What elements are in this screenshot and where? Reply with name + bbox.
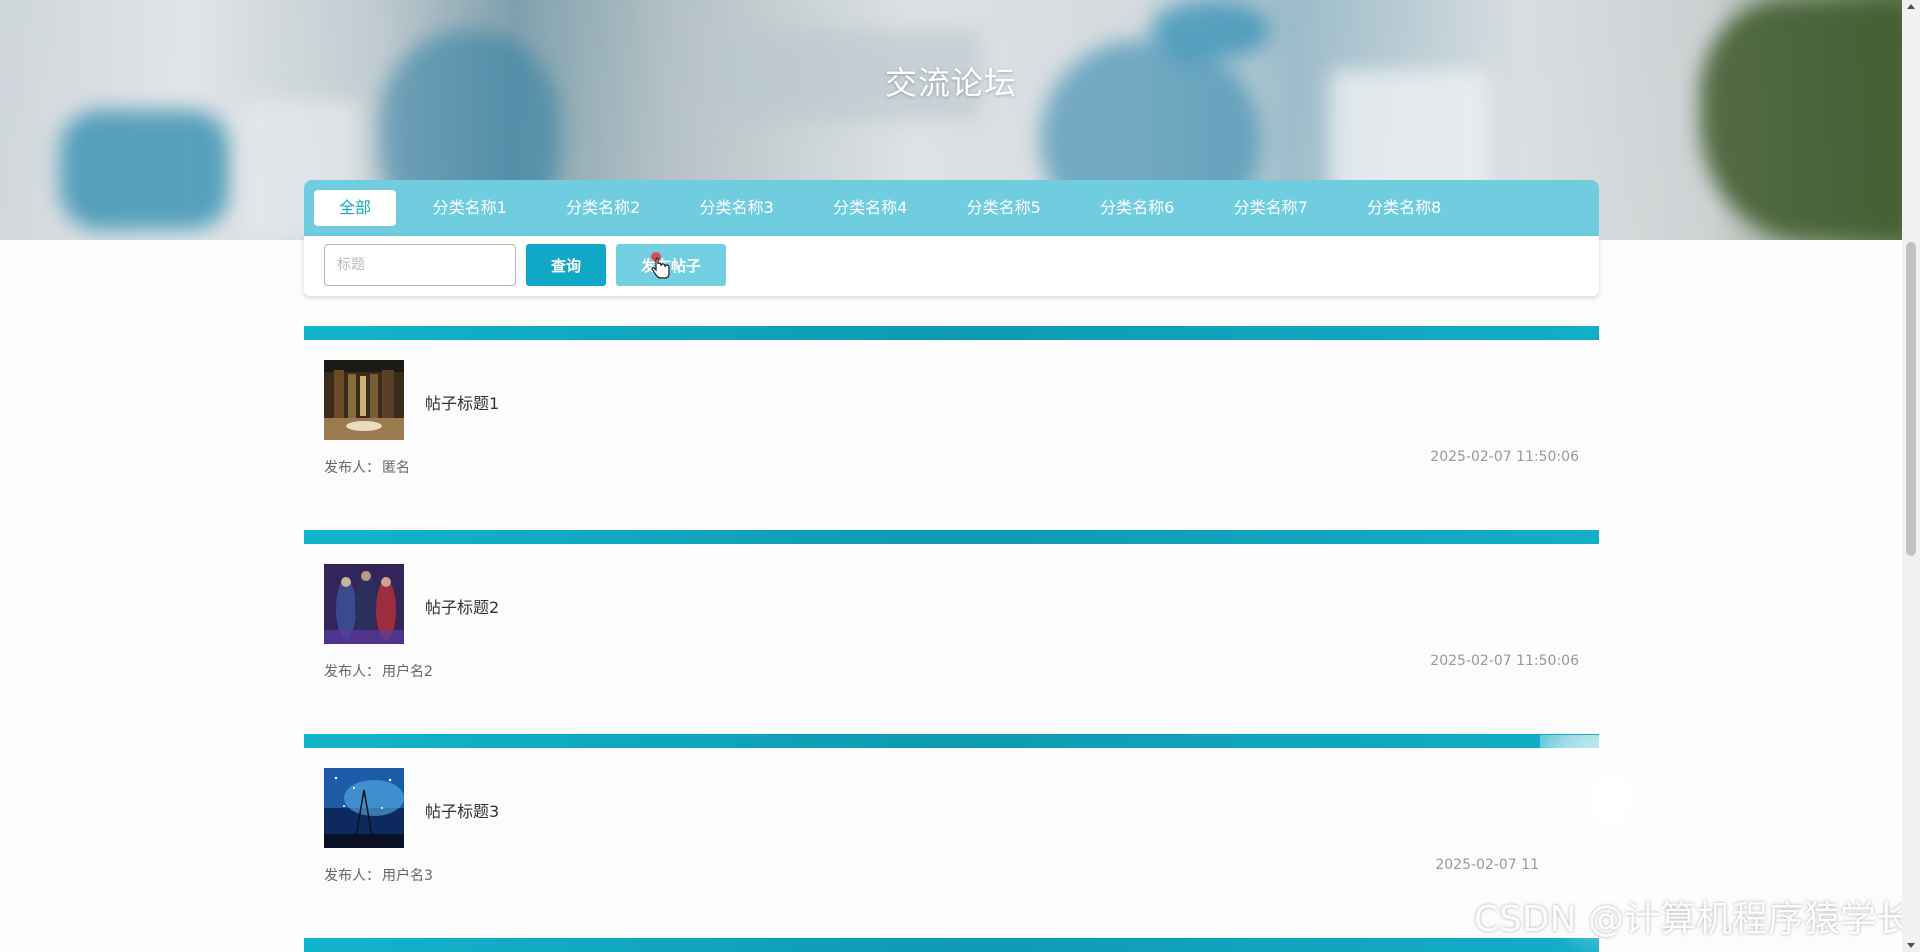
post-thumbnail-characters <box>324 564 404 644</box>
page-title: 交流论坛 <box>884 64 1017 102</box>
tab-category-1[interactable]: 分类名称1 <box>403 190 537 226</box>
author-label: 发布人： <box>324 460 380 476</box>
title-search-input[interactable] <box>324 244 516 286</box>
post-divider <box>304 326 1599 340</box>
query-button[interactable]: 查询 <box>526 244 606 286</box>
post-time: 2025-02-07 11 <box>1435 857 1539 873</box>
author-name: 用户名3 <box>382 868 433 884</box>
post-divider <box>304 938 1599 952</box>
author-label: 发布人： <box>324 868 380 884</box>
tab-category-8[interactable]: 分类名称8 <box>1338 190 1472 226</box>
search-panel: 查询 发布帖子 <box>304 236 1599 296</box>
author-label: 发布人： <box>324 664 380 680</box>
scroll-down-arrow-icon[interactable] <box>1907 943 1915 948</box>
banner-bg-shape <box>60 110 230 230</box>
tab-all[interactable]: 全部 <box>314 190 396 226</box>
tab-category-2[interactable]: 分类名称2 <box>537 190 671 226</box>
post-author: 发布人： 匿名 <box>324 457 410 477</box>
post-title[interactable]: 帖子标题1 <box>425 390 499 414</box>
post-thumbnail-library <box>324 360 404 440</box>
author-name: 匿名 <box>382 460 410 476</box>
tab-category-3[interactable]: 分类名称3 <box>670 190 804 226</box>
post-divider <box>304 530 1599 544</box>
post-item[interactable]: 帖子标题2 发布人： 用户名2 2025-02-07 11:50:06 <box>304 544 1599 734</box>
post-time: 2025-02-07 11:50:06 <box>1430 653 1579 669</box>
banner-bg-shape <box>1700 0 1902 240</box>
scroll-thumb[interactable] <box>1906 242 1916 556</box>
scroll-up-arrow-icon[interactable] <box>1907 4 1915 9</box>
post-title[interactable]: 帖子标题3 <box>425 798 499 822</box>
post-thumbnail-starry-sky <box>324 768 404 848</box>
author-name: 用户名2 <box>382 664 433 680</box>
post-item[interactable]: 帖子标题3 发布人： 用户名3 2025-02-07 11 <box>304 748 1599 938</box>
hand-cursor-icon <box>651 252 670 279</box>
tab-category-7[interactable]: 分类名称7 <box>1204 190 1338 226</box>
tab-category-4[interactable]: 分类名称4 <box>804 190 938 226</box>
post-time: 2025-02-07 11:50:06 <box>1430 449 1579 465</box>
tab-category-6[interactable]: 分类名称6 <box>1071 190 1205 226</box>
tab-category-5[interactable]: 分类名称5 <box>937 190 1071 226</box>
post-divider <box>304 734 1599 748</box>
post-author: 发布人： 用户名3 <box>324 865 433 885</box>
watermark: CSDN @计算机程序猿学长 <box>1473 899 1912 940</box>
post-item[interactable]: 帖子标题1 发布人： 匿名 2025-02-07 11:50:06 <box>304 340 1599 530</box>
page-scrollbar[interactable] <box>1902 0 1920 952</box>
post-title[interactable]: 帖子标题2 <box>425 594 499 618</box>
category-tabs: 全部 分类名称1 分类名称2 分类名称3 分类名称4 分类名称5 分类名称6 分… <box>304 180 1599 236</box>
banner-bg-shape <box>1150 0 1270 60</box>
post-author: 发布人： 用户名2 <box>324 661 433 681</box>
